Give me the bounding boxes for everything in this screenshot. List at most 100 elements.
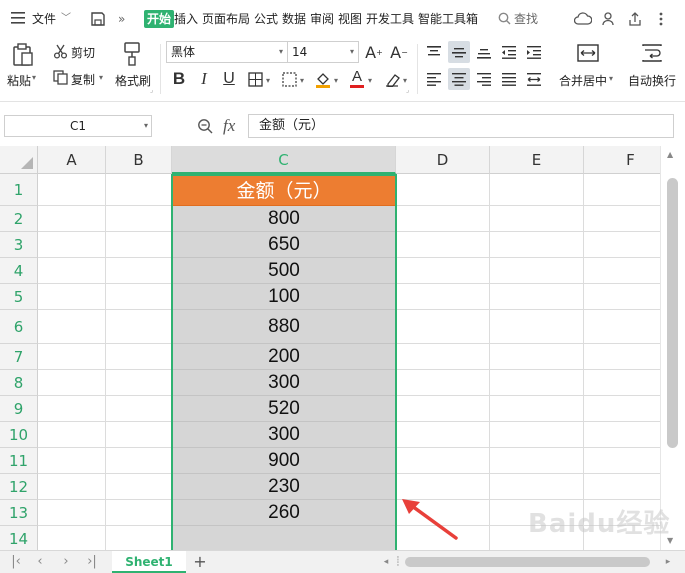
cell[interactable] (396, 258, 490, 284)
copy-button[interactable]: 复制 (71, 71, 95, 88)
format-painter-icon[interactable] (120, 41, 144, 67)
cell[interactable] (106, 258, 172, 284)
tab-insert[interactable]: 插入 (174, 10, 198, 28)
cell[interactable] (584, 258, 660, 284)
save-icon[interactable] (89, 10, 107, 28)
amount-cell[interactable]: 880 (172, 310, 396, 344)
cell[interactable] (490, 258, 584, 284)
cell[interactable] (38, 422, 106, 448)
cell[interactable] (38, 396, 106, 422)
row-header-13[interactable]: 13 (0, 500, 38, 526)
tab-view[interactable]: 视图 (338, 10, 362, 28)
cell[interactable] (584, 370, 660, 396)
font-color-button[interactable]: A (346, 67, 368, 89)
tab-data[interactable]: 数据 (282, 10, 306, 28)
font-size-select[interactable]: 14 ▾ (287, 41, 359, 63)
row-header-9[interactable]: 9 (0, 396, 38, 422)
clipboard-expand-icon[interactable]: ⌟ (150, 86, 153, 94)
cell[interactable] (38, 174, 106, 206)
align-bottom-icon[interactable] (473, 41, 495, 63)
cell[interactable] (584, 422, 660, 448)
fill-pattern-icon[interactable] (278, 68, 300, 90)
last-sheet-icon[interactable]: ›| (84, 554, 100, 570)
borders-icon[interactable] (244, 68, 266, 90)
fill-color-icon[interactable] (312, 68, 334, 90)
cell[interactable] (106, 174, 172, 206)
row-header-8[interactable]: 8 (0, 370, 38, 396)
cell[interactable] (396, 310, 490, 344)
vertical-scrollbar[interactable]: ▲ ▼ (660, 146, 685, 550)
amount-cell[interactable]: 650 (172, 232, 396, 258)
cell[interactable] (584, 310, 660, 344)
cell[interactable] (490, 284, 584, 310)
hamburger-menu-icon[interactable] (10, 10, 26, 26)
name-box[interactable]: C1 ▾ (4, 115, 152, 137)
cell[interactable] (38, 474, 106, 500)
align-center-icon[interactable] (448, 68, 470, 90)
cell[interactable] (396, 206, 490, 232)
cell[interactable] (106, 344, 172, 370)
row-header-3[interactable]: 3 (0, 232, 38, 258)
column-header-b[interactable]: B (106, 146, 172, 174)
cell[interactable] (38, 344, 106, 370)
borders-dropdown-icon[interactable]: ▾ (266, 76, 270, 85)
cell[interactable] (106, 500, 172, 526)
cell[interactable] (396, 370, 490, 396)
fill-pattern-dropdown-icon[interactable]: ▾ (300, 76, 304, 85)
cell[interactable] (584, 174, 660, 206)
cell[interactable] (396, 344, 490, 370)
column-header-a[interactable]: A (38, 146, 106, 174)
cell[interactable] (490, 448, 584, 474)
chevron-down-icon[interactable]: ﹀ (61, 10, 71, 28)
next-sheet-icon[interactable]: › (58, 554, 74, 570)
cell[interactable] (584, 284, 660, 310)
merge-center-icon[interactable] (576, 42, 600, 64)
row-header-11[interactable]: 11 (0, 448, 38, 474)
cell[interactable] (490, 232, 584, 258)
row-header-4[interactable]: 4 (0, 258, 38, 284)
row-header-6[interactable]: 6 (0, 310, 38, 344)
cell[interactable] (584, 206, 660, 232)
column-header-c[interactable]: C (172, 146, 396, 174)
increase-font-icon[interactable]: A + (363, 41, 385, 63)
amount-cell[interactable] (172, 526, 396, 550)
select-all-button[interactable] (0, 146, 38, 174)
align-left-icon[interactable] (423, 68, 445, 90)
row-header-10[interactable]: 10 (0, 422, 38, 448)
font-expand-icon[interactable]: ⌟ (406, 86, 409, 94)
align-top-icon[interactable] (423, 41, 445, 63)
cell[interactable] (106, 526, 172, 550)
decrease-font-icon[interactable]: A − (388, 41, 410, 63)
scroll-up-icon[interactable]: ▲ (667, 150, 673, 159)
horizontal-scroll-thumb[interactable] (405, 557, 650, 567)
cell[interactable] (106, 474, 172, 500)
cell[interactable] (38, 526, 106, 550)
font-color-dropdown-icon[interactable]: ▾ (368, 76, 372, 85)
cell[interactable] (584, 232, 660, 258)
cell[interactable] (106, 206, 172, 232)
row-header-12[interactable]: 12 (0, 474, 38, 500)
merge-dropdown-icon[interactable]: ▾ (609, 74, 613, 83)
column-header-f[interactable]: F (584, 146, 660, 174)
collaborate-icon[interactable] (601, 10, 619, 28)
cell[interactable] (38, 310, 106, 344)
search-icon[interactable] (497, 11, 511, 25)
cell[interactable] (106, 422, 172, 448)
align-middle-icon[interactable] (448, 41, 470, 63)
amount-cell[interactable]: 300 (172, 422, 396, 448)
align-right-icon[interactable] (473, 68, 495, 90)
formula-input[interactable]: 金额（元） (248, 114, 674, 138)
cell[interactable] (38, 370, 106, 396)
fx-insert-function-icon[interactable]: fx (223, 116, 235, 136)
cell[interactable] (396, 422, 490, 448)
amount-cell[interactable]: 520 (172, 396, 396, 422)
cell[interactable] (106, 232, 172, 258)
fill-color-dropdown-icon[interactable]: ▾ (334, 76, 338, 85)
amount-cell[interactable]: 230 (172, 474, 396, 500)
tab-formulas[interactable]: 公式 (254, 10, 278, 28)
amount-cell[interactable]: 100 (172, 284, 396, 310)
more-options-icon[interactable] (652, 10, 670, 28)
cell[interactable] (106, 310, 172, 344)
cell[interactable] (38, 258, 106, 284)
row-header-5[interactable]: 5 (0, 284, 38, 310)
